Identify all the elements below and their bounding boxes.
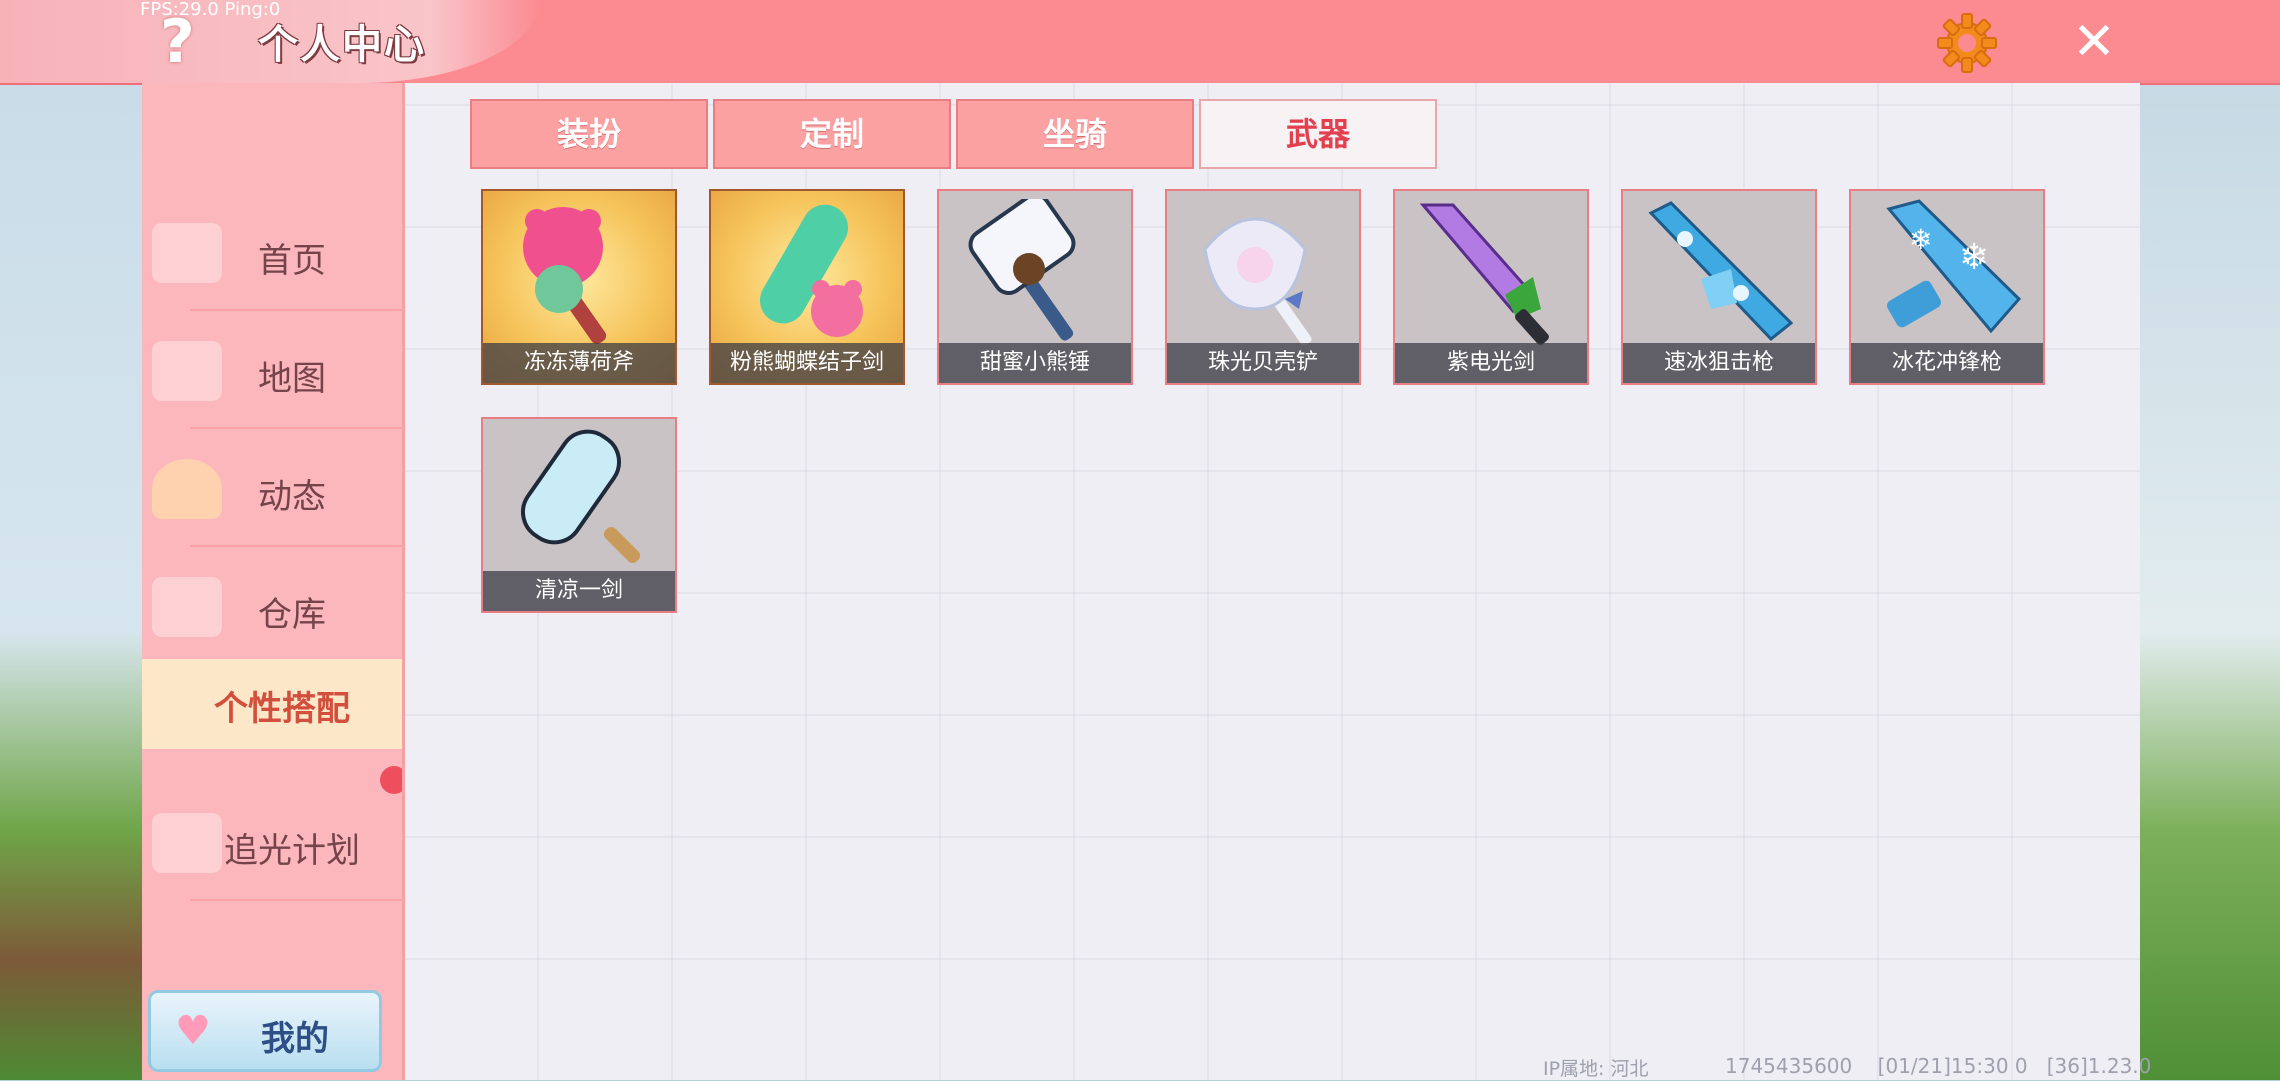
weapon-card[interactable]: 紫电光剑 xyxy=(1393,189,1589,385)
weapon-card[interactable]: 珠光贝壳铲 xyxy=(1165,189,1361,385)
close-icon[interactable]: ✕ xyxy=(2066,14,2122,70)
tab-custom[interactable]: 定制 xyxy=(713,99,951,169)
sidebar-item-label: 动态 xyxy=(258,477,326,517)
svg-text:❄: ❄ xyxy=(1909,223,1932,256)
version-info: 1745435600 [01/21]15:30 0 [36]1.23.0 xyxy=(1725,1054,2152,1078)
divider xyxy=(190,899,402,901)
divider xyxy=(190,545,402,547)
tab-mount[interactable]: 坐骑 xyxy=(956,99,1194,169)
sidebar: 首页 地图 动态 仓库 个性搭配 追光计划 xyxy=(142,83,402,1080)
weapon-card[interactable]: ❄ ❄ 冰花冲锋枪 xyxy=(1849,189,2045,385)
snowflake-smg-icon: ❄ ❄ xyxy=(1886,199,2022,334)
pearl-shell-shovel-icon xyxy=(1203,217,1312,346)
weapon-name: 珠光贝壳铲 xyxy=(1167,343,1359,383)
sidebar-item-label: 地图 xyxy=(258,359,326,399)
game-background-left xyxy=(0,83,142,1080)
tab-outfit[interactable]: 装扮 xyxy=(470,99,708,169)
weapon-card[interactable]: 清凉一剑 xyxy=(481,417,677,613)
main-panel: 装扮 定制 坐骑 武器 冻冻薄荷斧 粉熊蝴蝶结子剑 甜蜜小熊锤 珠光贝壳铲 紫电… xyxy=(402,83,2151,1080)
weapon-name: 粉熊蝴蝶结子剑 xyxy=(711,343,903,383)
sidebar-item-warehouse[interactable]: 仓库 xyxy=(142,549,402,665)
weapon-card[interactable]: 甜蜜小熊锤 xyxy=(937,189,1133,385)
my-button[interactable]: ♥ 我的 xyxy=(148,990,382,1072)
popsicle-sword-icon xyxy=(521,429,641,564)
weapon-name: 甜蜜小熊锤 xyxy=(939,343,1131,383)
tab-weapon[interactable]: 武器 xyxy=(1199,99,1437,169)
sidebar-item-label: 首页 xyxy=(258,241,326,281)
weapon-card[interactable]: 粉熊蝴蝶结子剑 xyxy=(709,189,905,385)
weapon-name: 紫电光剑 xyxy=(1395,343,1587,383)
sidebar-item-home[interactable]: 首页 xyxy=(142,195,402,311)
purple-lightsaber-icon xyxy=(1419,203,1549,345)
heart-icon: ♥ xyxy=(175,1008,211,1054)
page-title: 个人中心 xyxy=(258,22,426,68)
weapon-card[interactable]: 冻冻薄荷斧 xyxy=(481,189,677,385)
weapon-name: 速冰狙击枪 xyxy=(1623,343,1815,383)
weapon-name: 冻冻薄荷斧 xyxy=(483,343,675,383)
divider xyxy=(190,427,402,429)
bear-popsicle-sword-icon xyxy=(760,204,863,337)
bear-hammer-icon xyxy=(968,199,1076,341)
my-button-label: 我的 xyxy=(261,1019,329,1059)
sidebar-item-chase-light[interactable]: 追光计划 xyxy=(142,785,402,901)
weapon-card[interactable]: 速冰狙击枪 xyxy=(1621,189,1817,385)
ip-location: IP属地: 河北 xyxy=(1543,1058,1649,1080)
svg-text:❄: ❄ xyxy=(1959,237,1989,278)
weapon-name: 冰花冲锋枪 xyxy=(1851,343,2043,383)
sidebar-item-style[interactable]: 个性搭配 xyxy=(142,659,402,749)
mint-axe-icon xyxy=(523,207,607,344)
top-bar: ? 个人中心 FPS:29.0 Ping:0 ✕ xyxy=(0,0,2280,83)
weapon-name: 清凉一剑 xyxy=(483,571,675,611)
ice-sniper-rifle-icon xyxy=(1648,201,1794,342)
sidebar-item-label: 个性搭配 xyxy=(214,689,350,729)
divider xyxy=(190,309,402,311)
gear-icon[interactable] xyxy=(1936,12,1998,74)
sidebar-item-label: 追光计划 xyxy=(224,831,360,871)
sidebar-item-feed[interactable]: 动态 xyxy=(142,431,402,547)
fps-readout: FPS:29.0 Ping:0 xyxy=(140,0,281,20)
sidebar-item-map[interactable]: 地图 xyxy=(142,313,402,429)
game-background-right xyxy=(2140,83,2280,1080)
sidebar-item-label: 仓库 xyxy=(258,595,326,635)
